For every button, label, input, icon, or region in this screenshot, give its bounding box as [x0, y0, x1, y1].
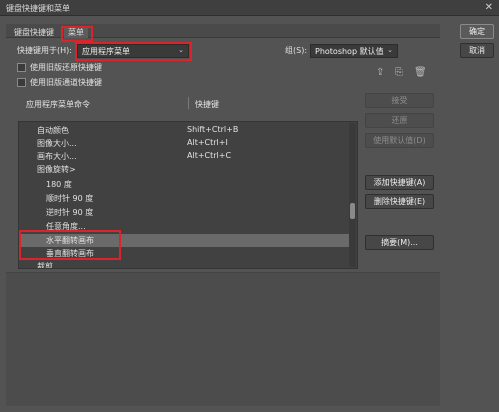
row-command: 画布大小...: [37, 152, 77, 161]
scrollbar-thumb[interactable]: [350, 203, 355, 219]
legacy-channel-label: 使用旧版通道快捷键: [30, 78, 102, 87]
row-command: 裁剪: [37, 262, 53, 269]
row-command: 逆时针 90 度: [46, 208, 94, 217]
table-row[interactable]: 图像大小... Alt+Ctrl+I: [19, 137, 349, 150]
tab-keyboard-shortcuts[interactable]: 键盘快捷键: [10, 26, 58, 38]
use-default-button[interactable]: 使用默认值(D): [365, 133, 434, 148]
legacy-undo-label: 使用旧版还原快捷键: [30, 63, 102, 72]
row-shortcut: Shift+Ctrl+B: [187, 125, 239, 134]
window-title: 键盘快捷键和菜单: [6, 4, 70, 13]
row-command: 图像大小...: [37, 139, 77, 148]
window-titlebar: 键盘快捷键和菜单: [0, 0, 499, 16]
summarize-button[interactable]: 摘要(M)...: [365, 235, 434, 250]
legacy-undo-checkbox[interactable]: [17, 63, 26, 72]
description-area: [6, 272, 440, 406]
undo-button[interactable]: 还原: [365, 113, 434, 128]
cancel-button[interactable]: 取消: [460, 43, 494, 58]
row-shortcut: Alt+Ctrl+C: [187, 151, 232, 160]
table-row[interactable]: 画布大小... Alt+Ctrl+C: [19, 150, 349, 163]
row-shortcut: Alt+Ctrl+I: [187, 138, 228, 147]
table-row[interactable]: 逆时针 90 度: [19, 206, 349, 219]
row-command: 180 度: [46, 180, 72, 189]
highlight-box-shortcuts-for: [75, 42, 192, 61]
list-scrollbar[interactable]: [349, 123, 356, 267]
set-select[interactable]: Photoshop 默认值 ⌄: [310, 44, 398, 58]
table-row[interactable]: 自动颜色 Shift+Ctrl+B: [19, 124, 349, 137]
row-command: 顺时针 90 度: [46, 194, 94, 203]
chevron-down-icon: ⌄: [387, 46, 393, 54]
table-row[interactable]: 裁剪: [19, 260, 349, 269]
table-row[interactable]: 顺时针 90 度: [19, 192, 349, 205]
accept-button[interactable]: 接受: [365, 93, 434, 108]
set-label: 组(S):: [285, 46, 308, 55]
shortcuts-for-label: 快捷键用于(H):: [17, 46, 72, 55]
legacy-channel-checkbox[interactable]: [17, 78, 26, 87]
save-set-icon[interactable]: ⇪: [376, 67, 384, 78]
table-row[interactable]: 图像旋转>: [19, 163, 349, 176]
new-set-icon[interactable]: ⎘: [395, 67, 403, 78]
set-value: Photoshop 默认值: [315, 47, 384, 56]
column-divider: [188, 97, 189, 109]
table-row[interactable]: 180 度: [19, 178, 349, 191]
close-icon[interactable]: ✕: [485, 2, 493, 13]
row-command: 图像旋转>: [37, 165, 76, 174]
column-header-command[interactable]: 应用程序菜单命令: [26, 99, 90, 110]
add-shortcut-button[interactable]: 添加快捷键(A): [365, 175, 434, 190]
highlight-box-flip-commands: [19, 230, 121, 260]
delete-shortcut-button[interactable]: 删除快捷键(E): [365, 194, 434, 209]
delete-set-icon[interactable]: 🗑: [414, 67, 427, 78]
ok-button[interactable]: 确定: [460, 24, 494, 39]
highlight-box-menus-tab: [61, 26, 93, 42]
column-header-shortcut[interactable]: 快捷键: [195, 99, 219, 110]
row-command: 自动颜色: [37, 126, 69, 135]
